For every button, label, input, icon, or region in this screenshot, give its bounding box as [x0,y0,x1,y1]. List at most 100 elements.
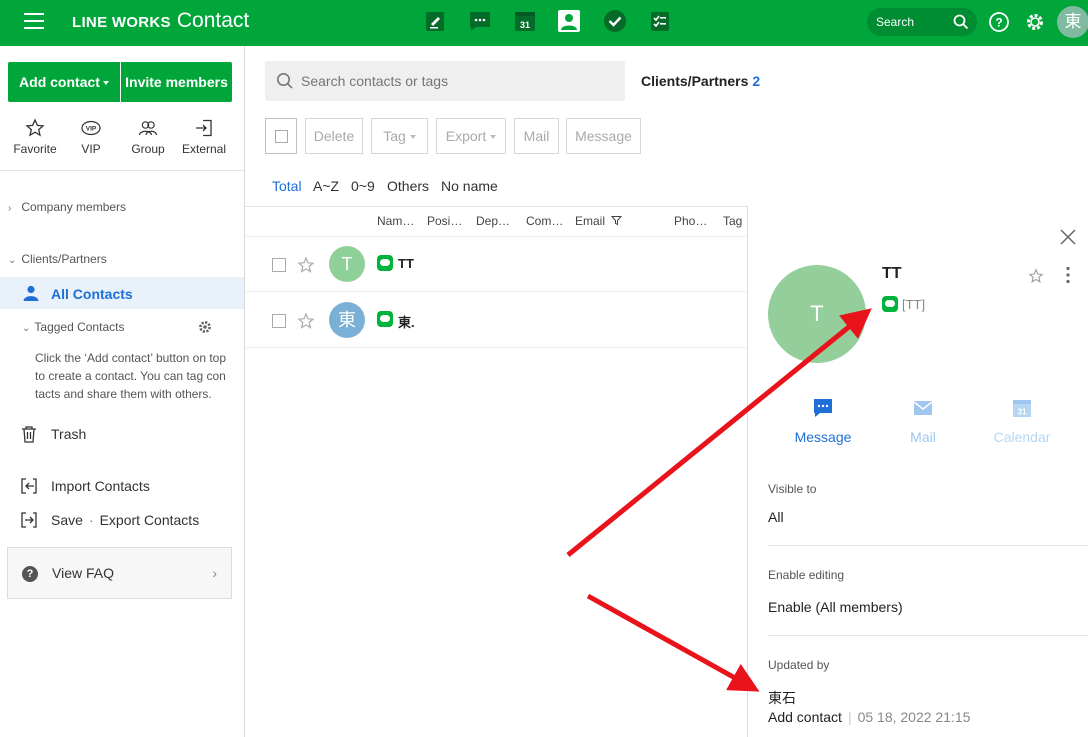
group-icon [138,121,158,136]
view-faq-label: View FAQ [52,565,114,581]
form-icon[interactable] [647,8,673,34]
brand-name: LINE WORKS [72,14,171,31]
close-icon[interactable] [1059,228,1077,246]
message-icon [814,399,832,417]
detail-message-button[interactable]: Message [783,397,863,445]
select-all-checkbox[interactable] [265,118,297,154]
sidebar-item-company-members[interactable]: › Company members [8,200,126,214]
tagged-contacts-label: Tagged Contacts [34,320,125,334]
add-contact-button[interactable]: Add contact [8,62,120,102]
contact-detail-panel: T TT [TT] Message Mail 31 Calendar Visib… [747,207,1088,737]
contact-name[interactable]: 東. [398,312,415,331]
message-icon[interactable] [467,8,493,34]
column-email[interactable]: Email [575,214,623,228]
contact-search-input[interactable] [301,61,611,101]
section-divider [768,635,1088,636]
filter-no-name[interactable]: No name [441,178,498,194]
user-avatar[interactable]: 東 [1057,6,1088,38]
quick-external-label: External [181,142,227,156]
sidebar-item-save-export[interactable]: Save · Export Contacts [51,512,199,528]
view-faq-button[interactable]: ? View FAQ › [7,547,232,599]
export-button-label: Export [445,128,487,144]
import-icon [21,478,37,494]
task-icon[interactable] [602,8,628,34]
chevron-down-icon: ⌄ [22,323,31,334]
caret-down-icon [409,135,416,140]
column-phone[interactable]: Pho… [674,214,707,228]
quick-group-label: Group [131,142,165,156]
avatar: T [329,246,365,282]
visible-to-label: Visible to [768,482,817,496]
message-button[interactable]: Message [566,118,641,154]
contact-icon[interactable] [556,8,582,34]
line-badge-icon [377,255,393,271]
separator: | [847,709,852,725]
column-company[interactable]: Com… [526,214,563,228]
contacts-icon [23,285,39,301]
clients-partners-label: Clients/Partners [21,252,107,266]
quick-external[interactable]: External [174,118,234,156]
sidebar-divider [0,170,244,171]
star-icon[interactable] [297,312,315,330]
filter-others[interactable]: Others [387,178,429,194]
board-icon[interactable] [422,8,448,34]
quick-vip-label: VIP [81,142,101,156]
svg-text:31: 31 [1018,408,1027,417]
enable-editing-label: Enable editing [768,568,845,582]
filter-0-9[interactable]: 0~9 [351,178,375,194]
svg-text:?: ? [995,16,1002,30]
contact-name[interactable]: TT [398,256,414,271]
filter-icon[interactable] [611,215,623,226]
line-badge-icon [377,311,393,327]
help-icon[interactable]: ? [988,11,1010,33]
global-search-label: Search [876,15,915,29]
visible-to-value: All [768,509,784,525]
more-options-icon[interactable] [1066,266,1070,284]
star-icon[interactable] [297,256,315,274]
menu-icon[interactable] [24,13,44,29]
mail-icon [913,401,933,415]
page-title: Clients/Partners 2 [641,73,760,89]
calendar-icon[interactable]: 31 [512,8,538,34]
chevron-right-icon: › [212,565,217,581]
filter-total[interactable]: Total [272,178,302,194]
external-icon [196,119,212,137]
updated-by-value: 東石 [768,690,796,706]
sidebar-item-tagged-contacts[interactable]: ⌄ Tagged Contacts [22,320,124,334]
sidebar-item-clients-partners[interactable]: ⌄ Clients/Partners [8,252,107,266]
page-title-label: Clients/Partners [641,73,749,89]
table-top-border [245,206,748,207]
quick-vip[interactable]: VIP VIP [61,118,121,156]
row-checkbox[interactable] [272,258,286,272]
invite-members-button[interactable]: Invite members [121,62,232,102]
vip-icon: VIP [81,120,101,136]
detail-mail-button[interactable]: Mail [883,397,963,445]
column-tag[interactable]: Tag [723,214,742,228]
detail-calendar-button[interactable]: 31 Calendar [982,397,1062,445]
global-search[interactable]: Search [867,8,977,36]
export-button[interactable]: Export [436,118,506,154]
sidebar-item-trash[interactable]: Trash [51,426,86,442]
sidebar-item-import-contacts[interactable]: Import Contacts [51,478,150,494]
all-contacts-label[interactable]: All Contacts [51,286,133,302]
export-contacts-label: Export Contacts [99,512,200,528]
update-time: 05 18, 2022 21:15 [857,709,971,725]
mail-button[interactable]: Mail [514,118,559,154]
row-checkbox[interactable] [272,314,286,328]
quick-group[interactable]: Group [118,118,178,156]
filter-a-z[interactable]: A~Z [313,178,339,194]
column-name[interactable]: Nam… [377,214,414,228]
section-divider [768,545,1088,546]
contact-search[interactable] [265,61,625,101]
tag-button[interactable]: Tag [371,118,428,154]
tag-settings-gear-icon[interactable] [198,320,212,334]
sidebar: Add contact Invite members Favorite VIP … [0,46,245,737]
gear-icon[interactable] [1024,11,1046,33]
brand-logo[interactable]: LINE WORKS Contact [72,9,249,33]
column-department[interactable]: Dep… [476,214,510,228]
avatar: 東 [329,302,365,338]
quick-favorite[interactable]: Favorite [5,118,65,156]
delete-button[interactable]: Delete [305,118,363,154]
star-icon[interactable] [1028,268,1044,284]
column-position[interactable]: Posi… [427,214,462,228]
